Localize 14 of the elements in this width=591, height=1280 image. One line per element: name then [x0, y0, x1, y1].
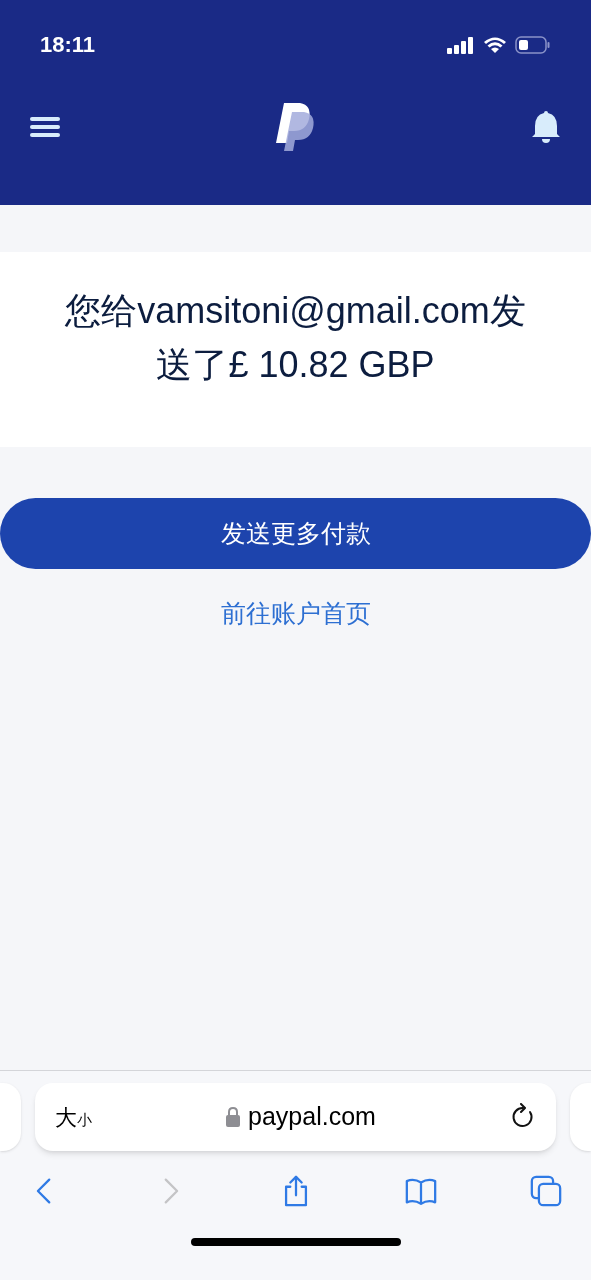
text-size-button[interactable]: 大小: [55, 1100, 92, 1134]
url-text: paypal.com: [248, 1101, 376, 1133]
battery-icon: [515, 34, 551, 55]
address-bar[interactable]: 大小 paypal.com: [35, 1083, 556, 1151]
send-more-button[interactable]: 发送更多付款: [0, 498, 591, 569]
confirmation-message: 您给vamsitoni@gmail.com发送了£ 10.82 GBP: [64, 289, 527, 387]
wifi-icon: [483, 35, 507, 54]
lock-icon: [226, 1107, 241, 1127]
menu-icon: [30, 116, 60, 138]
logo-icon: [275, 103, 316, 151]
signal-icon: [447, 35, 475, 54]
account-home-link[interactable]: 前往账户首页: [220, 595, 371, 633]
bell-icon: [531, 110, 561, 144]
status-time: 18:11: [40, 31, 96, 59]
